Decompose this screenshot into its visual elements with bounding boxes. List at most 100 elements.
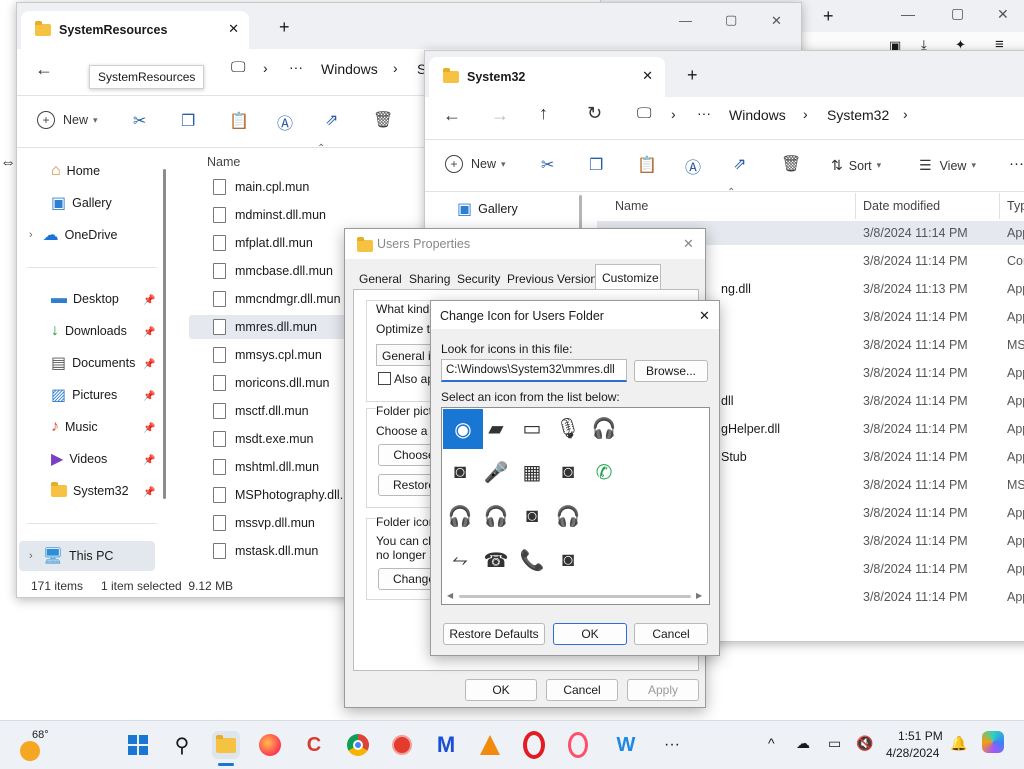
close-button[interactable]: ✕ <box>683 236 694 252</box>
new-button[interactable]: + New ▾ <box>445 155 506 173</box>
headset-icon[interactable]: 🎧 <box>589 413 619 443</box>
sort-button[interactable]: ⇅ Sort ▾ <box>831 157 881 174</box>
tab-customize[interactable]: Customize <box>595 264 661 289</box>
pin-icon[interactable]: 📌 <box>143 487 155 498</box>
close-button[interactable]: ✕ <box>997 6 1009 23</box>
network-off-icon[interactable]: ☁ <box>796 735 810 752</box>
chevron-right-icon[interactable]: › <box>29 550 33 562</box>
pc-icon[interactable]: 🖵 <box>637 105 651 122</box>
ok-button[interactable]: OK <box>465 679 537 701</box>
search-button[interactable]: ⚲ <box>168 731 196 759</box>
device-icon[interactable]: ▰ <box>481 413 511 443</box>
column-header-date[interactable]: Date modified <box>863 199 940 213</box>
delete-icon[interactable]: 🗑 <box>373 110 393 130</box>
view-button[interactable]: ☰ View ▾ <box>919 157 976 174</box>
device-icon[interactable]: ▭ <box>828 735 841 752</box>
apply-button[interactable]: Apply <box>627 679 699 701</box>
firefox-button[interactable] <box>256 731 284 759</box>
restore-defaults-button[interactable]: Restore Defaults <box>443 623 545 645</box>
sound-card-icon[interactable]: ▦ <box>517 457 547 487</box>
headset-mic-icon[interactable]: 🎧 <box>481 501 511 531</box>
more-path-button[interactable]: ··· <box>289 59 303 75</box>
breadcrumb-system32[interactable]: System32 <box>827 107 889 123</box>
app-button[interactable] <box>388 731 416 759</box>
headset-icon[interactable]: 🎧 <box>445 501 475 531</box>
breadcrumb-windows[interactable]: Windows <box>729 107 786 123</box>
icon-file-path-input[interactable]: C:\Windows\System32\mmres.dll <box>441 359 627 382</box>
notification-bell-icon[interactable]: 🔔 <box>950 735 967 752</box>
weather-widget[interactable]: 68° <box>20 729 60 761</box>
pin-icon[interactable]: 📌 <box>143 455 155 466</box>
sidebar-item-desktop[interactable]: ▬ Desktop <box>51 287 119 311</box>
tab-systemresources[interactable]: SystemResources ✕ <box>21 11 249 49</box>
delete-icon[interactable]: 🗑 <box>781 154 801 174</box>
forward-arrow-icon[interactable]: → <box>491 105 509 126</box>
pin-icon[interactable]: 📌 <box>143 359 155 370</box>
cancel-button[interactable]: Cancel <box>546 679 618 701</box>
column-header-type[interactable]: Typ <box>1007 199 1024 213</box>
start-button[interactable] <box>124 731 152 759</box>
back-arrow-icon[interactable]: ← <box>443 105 461 126</box>
ccleaner-button[interactable]: C <box>300 731 328 759</box>
close-tab-icon[interactable]: ✕ <box>642 68 653 84</box>
new-button[interactable]: + New ▾ <box>37 111 98 129</box>
column-header-name[interactable]: Name <box>207 155 240 169</box>
sidebar-item-this-pc[interactable]: › 🖥 This PC <box>19 541 155 571</box>
tab-general[interactable]: General <box>359 272 402 286</box>
headset-icon[interactable]: 🎧 <box>553 501 583 531</box>
back-arrow-icon[interactable]: ← <box>35 59 53 80</box>
microphone-stand-icon[interactable]: 🎤 <box>481 457 511 487</box>
more-options-button[interactable]: ··· <box>1009 155 1024 172</box>
speaker-box-icon[interactable]: ◙ <box>553 457 583 487</box>
also-apply-checkbox[interactable] <box>378 372 391 385</box>
chrome-button[interactable] <box>344 731 372 759</box>
speaker-box-icon[interactable]: ◙ <box>553 545 583 575</box>
sidebar-item-pictures[interactable]: ▨ Pictures <box>51 383 117 407</box>
copilot-icon[interactable] <box>982 731 1004 753</box>
sidebar-scrollbar[interactable] <box>163 169 166 499</box>
malwarebytes-button[interactable]: M <box>432 731 460 759</box>
microphone-icon[interactable]: 🎙 <box>553 413 583 443</box>
clock-time[interactable]: 1:51 PM <box>898 729 943 743</box>
new-tab-button[interactable]: + <box>279 17 290 38</box>
scroll-right-icon[interactable]: ▶ <box>696 591 702 600</box>
paste-icon[interactable]: 📋 <box>637 155 657 175</box>
clock-date[interactable]: 4/28/2024 <box>886 746 939 760</box>
tab-system32[interactable]: System32 ✕ <box>429 57 665 97</box>
app-w-button[interactable]: W <box>612 731 640 759</box>
column-divider[interactable] <box>855 193 856 219</box>
paste-icon[interactable]: 📋 <box>229 111 249 131</box>
browse-button[interactable]: Browse... <box>634 360 708 382</box>
horizontal-scrollbar[interactable] <box>459 595 691 598</box>
rename-icon[interactable]: Ⓐ <box>277 110 293 134</box>
phone-dock-icon[interactable]: ☎ <box>481 545 511 575</box>
breadcrumb-windows[interactable]: Windows <box>321 61 378 77</box>
maximize-button[interactable]: ▢ <box>725 12 737 28</box>
new-tab-button[interactable]: + <box>687 65 698 86</box>
more-apps-button[interactable]: ··· <box>658 731 686 759</box>
share-icon[interactable]: ⇗ <box>733 154 746 174</box>
speaker-box-icon[interactable]: ◙ <box>517 501 547 531</box>
sidebar-item-music[interactable]: ♪ Music <box>51 415 98 439</box>
up-arrow-icon[interactable]: ↑ <box>539 103 548 124</box>
opera-button[interactable] <box>520 731 548 759</box>
handset-icon[interactable]: 📞 <box>517 545 547 575</box>
cable-icon[interactable]: ⥊ <box>445 545 475 575</box>
ok-button[interactable]: OK <box>553 623 627 645</box>
copy-icon[interactable]: ❐ <box>181 111 195 131</box>
volume-muted-icon[interactable]: 🔇 <box>856 735 873 752</box>
cut-icon[interactable]: ✂ <box>541 155 554 175</box>
refresh-icon[interactable]: ↻ <box>587 103 602 124</box>
speaker-box-icon[interactable]: ◙ <box>445 457 475 487</box>
rename-icon[interactable]: Ⓐ <box>685 154 701 178</box>
file-row[interactable]: mdminst.dll.mun <box>189 203 385 227</box>
sidebar-item-onedrive[interactable]: › ☁ OneDrive <box>29 223 117 247</box>
speaker-icon[interactable]: ◉ <box>443 409 483 449</box>
cancel-button[interactable]: Cancel <box>634 623 708 645</box>
pin-icon[interactable]: 📌 <box>143 295 155 306</box>
pin-icon[interactable]: 📌 <box>143 391 155 402</box>
chevron-right-icon[interactable]: › <box>29 229 33 241</box>
sidebar-item-system32[interactable]: System32 <box>51 479 129 503</box>
pc-icon[interactable]: 🖵 <box>231 59 245 76</box>
cut-icon[interactable]: ✂ <box>133 111 146 131</box>
